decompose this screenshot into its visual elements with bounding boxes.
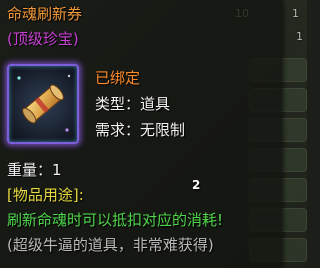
item-weight-row: 重量：1	[7, 160, 62, 180]
flavor-text: (超级牛逼的道具，非常难获得)	[7, 236, 214, 254]
item-weight-label: 重量：	[7, 161, 53, 179]
item-icon-slot[interactable]	[7, 64, 79, 144]
background-number: 1	[296, 30, 303, 43]
item-type-row: 类型：道具	[95, 94, 170, 114]
item-requirement-value: 无限制	[140, 121, 186, 139]
item-type-value: 道具	[140, 95, 171, 113]
game-scene: 10 1 1 命魂刷新券 (顶级珍宝)	[0, 0, 307, 268]
item-requirement-label: 需求：	[95, 121, 141, 139]
stack-count: 2	[192, 178, 201, 192]
scroll-icon	[17, 74, 71, 132]
item-requirement-row: 需求：无限制	[95, 120, 185, 140]
item-tooltip: 命魂刷新券 (顶级珍宝) 已绑定 类型：道具 需求：无限制 重量：1 2 [物品…	[0, 0, 282, 268]
usage-heading: [物品用途]:	[7, 186, 84, 204]
item-grade: (顶级珍宝)	[7, 30, 79, 48]
item-weight-value: 1	[52, 161, 62, 179]
background-number: 1	[292, 7, 299, 20]
bound-status: 已绑定	[95, 69, 141, 87]
item-type-label: 类型：	[95, 95, 141, 113]
item-name: 命魂刷新券	[7, 5, 83, 23]
usage-description: 刷新命魂时可以抵扣对应的消耗!	[7, 211, 224, 229]
